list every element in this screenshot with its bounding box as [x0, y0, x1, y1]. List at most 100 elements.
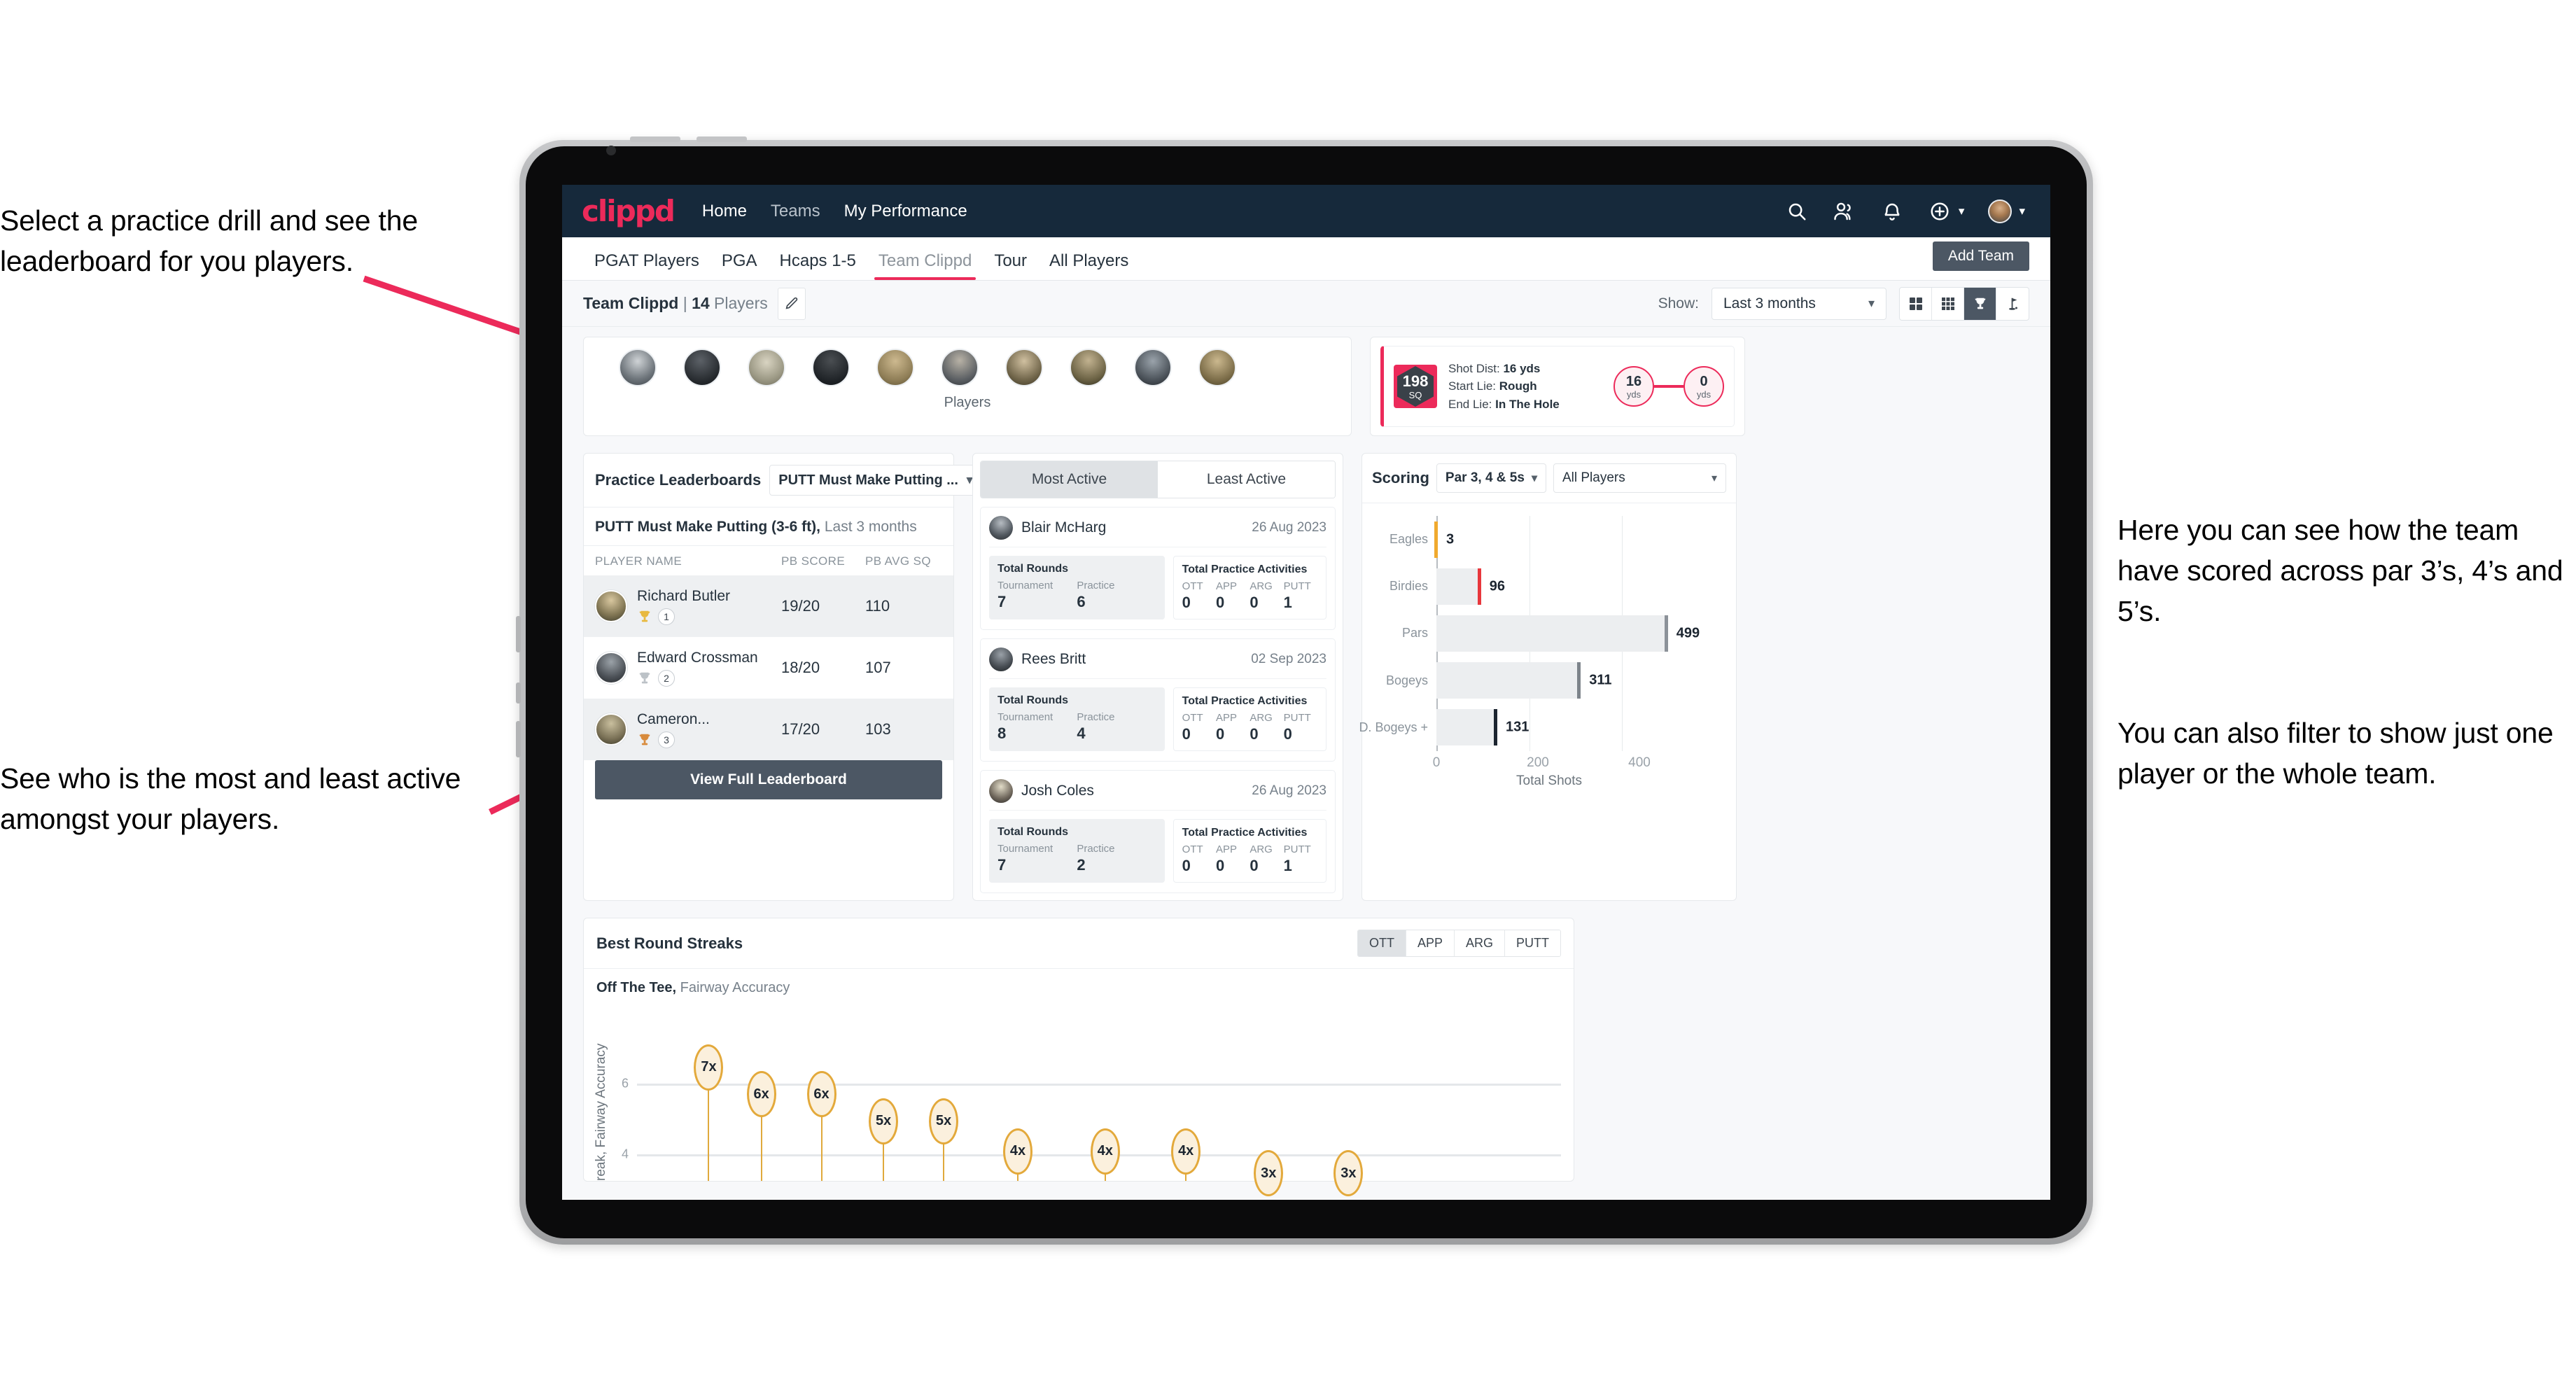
y-tick-6: 6 — [622, 1076, 629, 1091]
gridline-6 — [637, 1083, 1561, 1086]
last-activity-date: 02 Sep 2023 — [1251, 652, 1326, 666]
tab-pgat-players[interactable]: PGAT Players — [583, 251, 710, 280]
act-key-app: APP — [1215, 712, 1237, 724]
act-key-arg: ARG — [1250, 580, 1273, 592]
chevron-down-icon-add[interactable]: ▾ — [1959, 204, 1965, 218]
team-subheader: Team Clippd | 14 Players Show: Last 3 mo… — [562, 281, 2050, 327]
total-rounds-block: Total Rounds Tournament 8 Practice 4 — [989, 687, 1165, 751]
streak-point[interactable]: 4x — [1090, 1128, 1120, 1181]
nav-link-teams[interactable]: Teams — [771, 202, 820, 221]
segment-ott[interactable]: OTT — [1357, 930, 1406, 956]
rounds-value-tournament: 7 — [997, 593, 1007, 610]
avatar[interactable] — [1070, 349, 1107, 386]
annotation-scoring: Here you can see how the team have score… — [2118, 514, 2563, 628]
act-value-putt: 1 — [1283, 857, 1292, 874]
add-team-button[interactable]: Add Team — [1932, 241, 2029, 271]
player-filter-select[interactable]: All Players ▾ — [1553, 463, 1726, 493]
people-icon[interactable] — [1833, 200, 1856, 223]
scoring-title: Scoring — [1372, 469, 1429, 486]
streak-label: 6x — [746, 1071, 776, 1118]
streak-point[interactable]: 4x — [1171, 1128, 1201, 1181]
act-value-app: 0 — [1215, 594, 1225, 611]
rank-badge: 3 — [658, 732, 675, 749]
app-screen: clippd Home Teams My Performance ▾ ▾ PGA… — [562, 185, 2050, 1200]
table-row[interactable]: Cameron... 3 17/20 103 — [584, 699, 953, 760]
streak-point[interactable]: 6x — [746, 1071, 776, 1181]
streak-point[interactable]: 7x — [694, 1044, 724, 1181]
avatar[interactable] — [1988, 199, 2012, 223]
list-item[interactable]: Blair McHarg 26 Aug 2023 Total Rounds To… — [980, 507, 1336, 630]
avatar[interactable] — [683, 349, 721, 386]
act-value-ott: 0 — [1182, 857, 1191, 874]
bar-label: Bogeys — [1385, 673, 1428, 687]
tab-least-active[interactable]: Least Active — [1158, 461, 1335, 498]
avatar[interactable] — [748, 349, 785, 386]
avatar[interactable] — [941, 349, 979, 386]
act-key-app: APP — [1215, 580, 1237, 592]
players-caption: Players — [944, 395, 991, 410]
bell-icon[interactable] — [1880, 200, 1904, 223]
activity-tabs: Most Active Least Active — [980, 461, 1336, 498]
table-row[interactable]: Edward Crossman 2 18/20 107 — [584, 637, 953, 699]
avatar[interactable] — [1198, 349, 1236, 386]
annotation-most-least-active: See who is the most and least active amo… — [0, 762, 461, 836]
nav-link-home[interactable]: Home — [702, 202, 747, 221]
grid-small-icon[interactable] — [1932, 287, 1964, 320]
show-label: Show: — [1658, 295, 1699, 312]
list-item[interactable]: Josh Coles 26 Aug 2023 Total Rounds Tour… — [980, 770, 1336, 893]
tab-pga[interactable]: PGA — [710, 251, 769, 280]
streak-point[interactable]: 5x — [928, 1098, 958, 1181]
chevron-down-icon-profile[interactable]: ▾ — [2019, 204, 2025, 218]
player-name: Josh Coles — [1021, 783, 1094, 799]
plus-circle-icon[interactable] — [1928, 200, 1952, 223]
tab-all-players[interactable]: All Players — [1038, 251, 1140, 280]
tablet-side-button-c — [516, 721, 521, 757]
y-tick-4: 4 — [622, 1147, 629, 1161]
period-select-value: Last 3 months — [1723, 295, 1816, 312]
total-rounds-block: Total Rounds Tournament 7 Practice 6 — [989, 556, 1165, 620]
list-item[interactable]: Rees Britt 02 Sep 2023 Total Rounds Tour… — [980, 638, 1336, 762]
view-full-leaderboard-button[interactable]: View Full Leaderboard — [595, 760, 942, 799]
annotation-filter: You can also filter to show just one pla… — [2118, 717, 2554, 790]
trophy-icon[interactable] — [1964, 287, 1996, 320]
act-value-app: 0 — [1215, 725, 1225, 743]
grid-large-icon[interactable] — [1900, 287, 1932, 320]
tab-team-clippd[interactable]: Team Clippd — [867, 251, 983, 280]
rounds-key-practice: Practice — [1077, 580, 1115, 592]
avatar — [595, 713, 627, 746]
streak-label: 3x — [1254, 1150, 1284, 1196]
search-icon[interactable] — [1785, 200, 1809, 223]
tablet-camera — [606, 146, 616, 155]
par-select[interactable]: Par 3, 4 & 5s ▾ — [1436, 463, 1546, 493]
drill-select[interactable]: PUTT Must Make Putting ... ▾ — [769, 465, 982, 496]
avatar[interactable] — [1005, 349, 1043, 386]
player-badges: 3 — [637, 732, 710, 749]
segment-arg[interactable]: ARG — [1454, 930, 1505, 956]
screenshot-stage: Select a practice drill and see the lead… — [0, 0, 2576, 1386]
tab-tour[interactable]: Tour — [983, 251, 1038, 280]
edit-team-button[interactable] — [777, 287, 806, 320]
tab-most-active[interactable]: Most Active — [981, 461, 1158, 498]
rounds-value-tournament: 8 — [997, 724, 1007, 742]
segment-putt[interactable]: PUTT — [1505, 930, 1560, 956]
segment-app[interactable]: APP — [1406, 930, 1455, 956]
avatar[interactable] — [876, 349, 914, 386]
streak-point[interactable]: 5x — [869, 1098, 899, 1181]
streak-point[interactable]: 6x — [806, 1071, 836, 1181]
period-select[interactable]: Last 3 months ▾ — [1712, 287, 1886, 320]
nav-link-my-performance[interactable]: My Performance — [844, 202, 967, 221]
flag-icon[interactable] — [1996, 288, 2029, 320]
shot-from-unit: yds — [1626, 388, 1642, 400]
drill-name: PUTT Must Make Putting (3-6 ft), — [595, 519, 820, 535]
avatar[interactable] — [812, 349, 850, 386]
shot-detail-inner: 198 SQ Shot Dist: 16 yds Start Lie: Roug… — [1380, 346, 1735, 427]
last-activity-date: 26 Aug 2023 — [1252, 783, 1326, 798]
avatar[interactable] — [619, 349, 657, 386]
table-row[interactable]: Richard Butler 1 19/20 110 — [584, 575, 953, 637]
tab-hcaps-1-5[interactable]: Hcaps 1-5 — [769, 251, 867, 280]
streaks-title: Best Round Streaks — [596, 934, 743, 952]
shot-to-unit: yds — [1696, 388, 1712, 400]
streak-point[interactable]: 4x — [1002, 1128, 1032, 1181]
avatar[interactable] — [1134, 349, 1172, 386]
clippd-logo[interactable]: clippd — [582, 196, 676, 226]
